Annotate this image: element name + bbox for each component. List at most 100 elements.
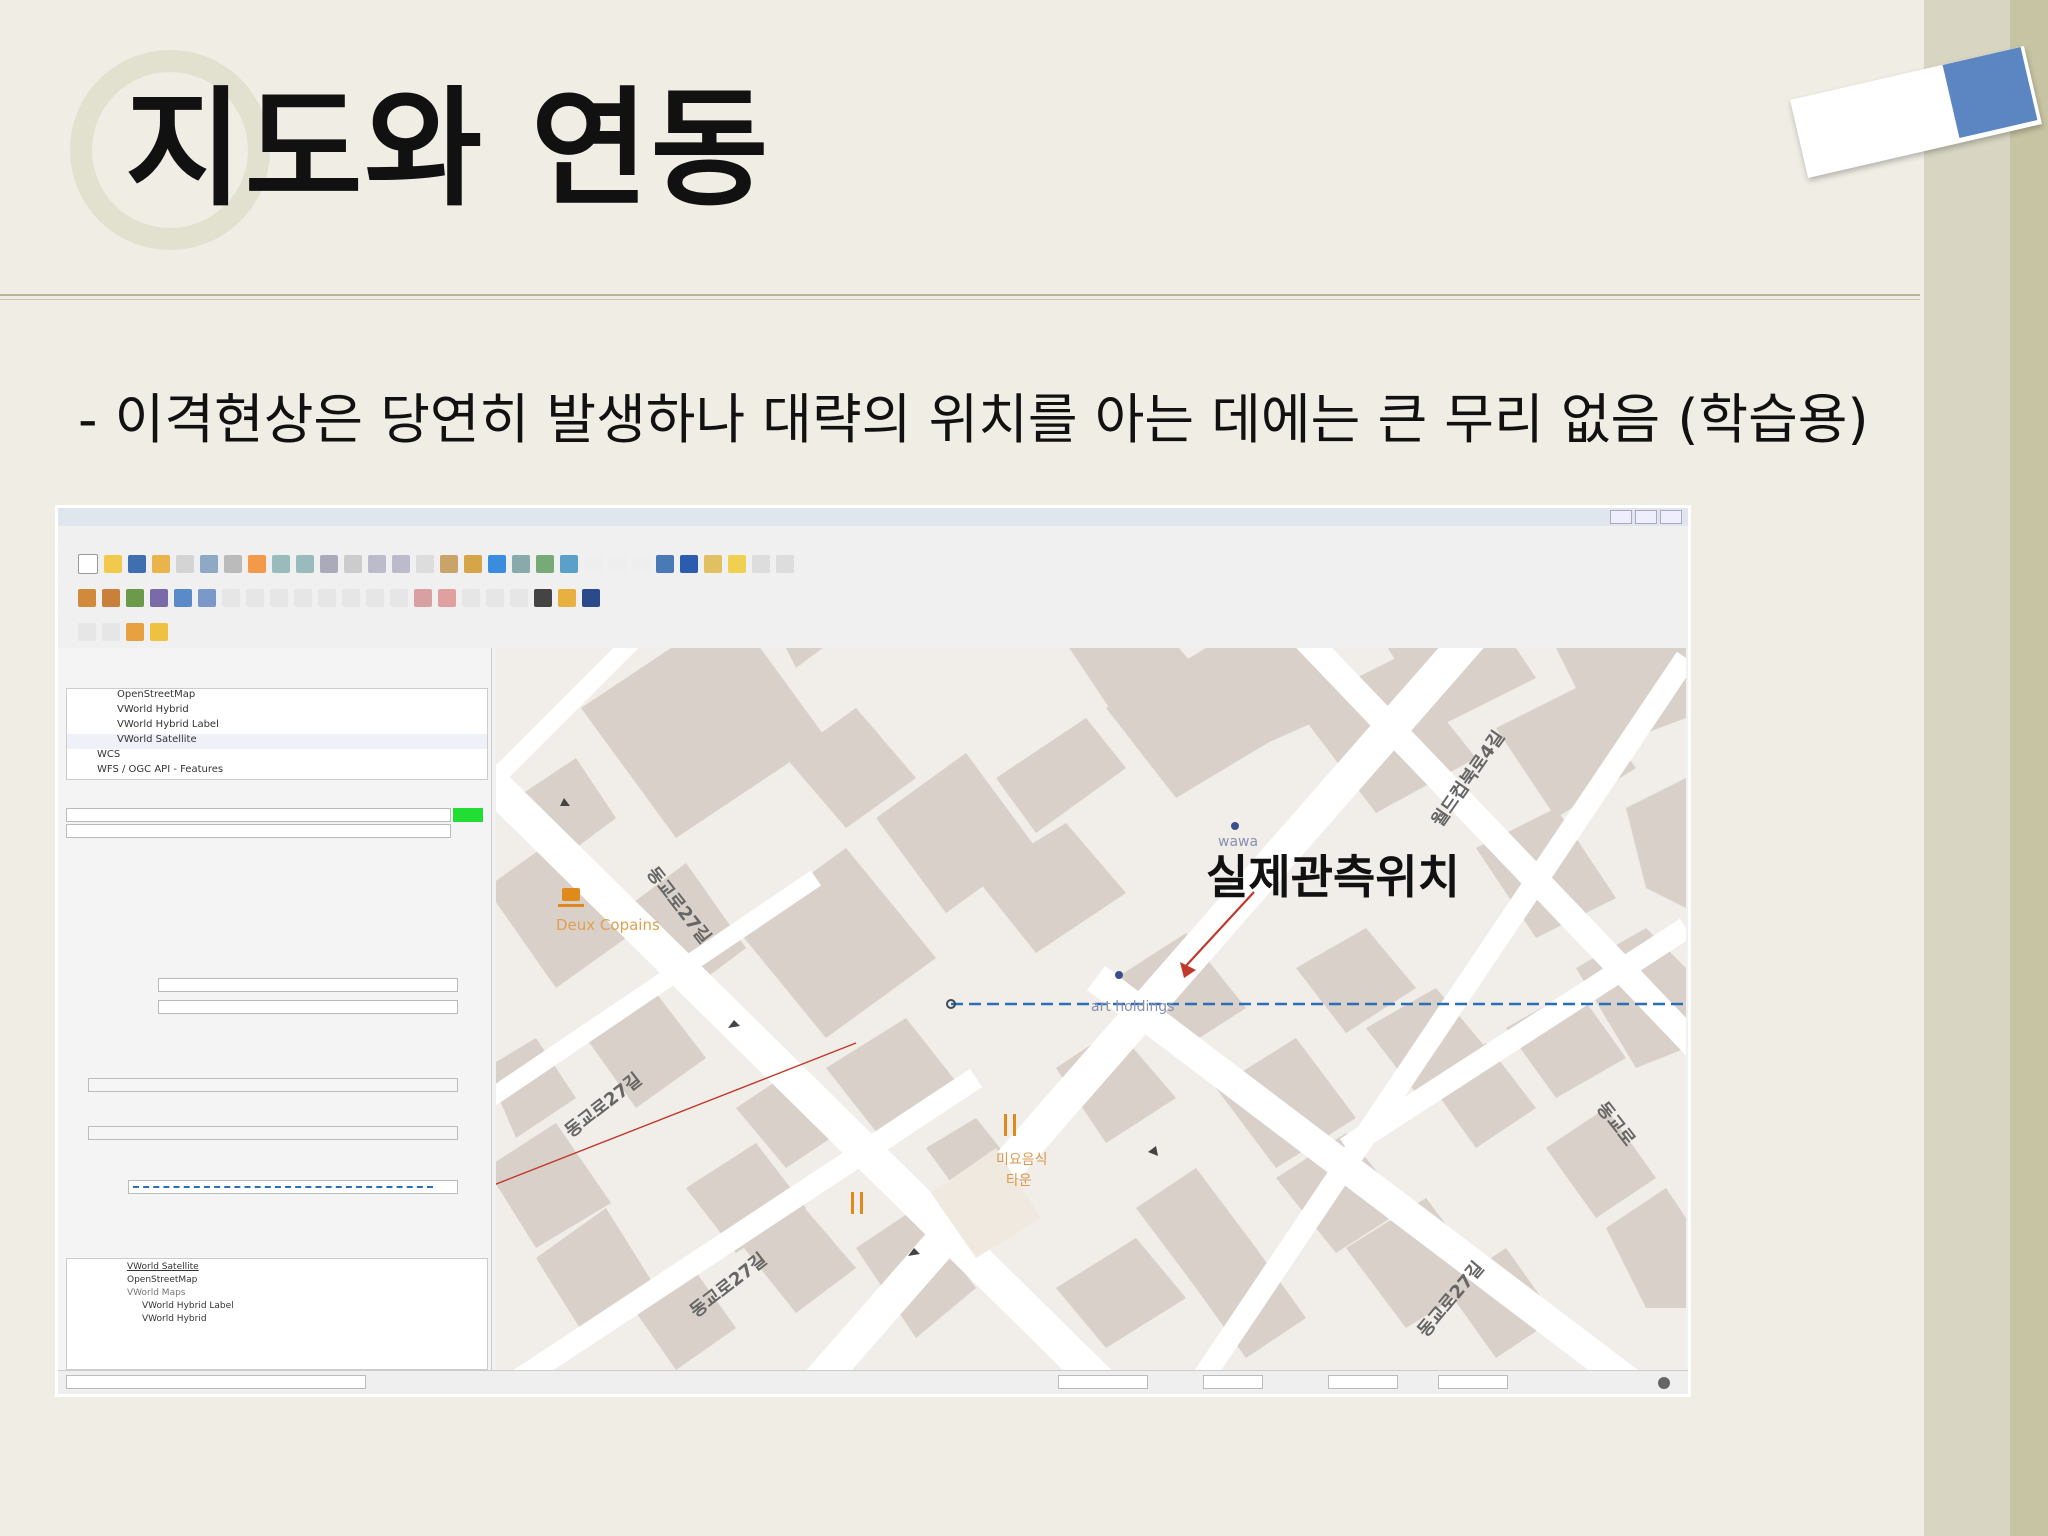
zoom-full-icon[interactable] [320,555,338,573]
qgis-toolbar-digitize [58,616,1688,648]
browser-item[interactable]: VWorld Hybrid [67,704,487,719]
gps-add-track-point-button[interactable] [66,824,451,838]
browser-item[interactable]: WCS [67,749,487,764]
open-folder-icon[interactable] [104,555,122,573]
cut-features-icon[interactable] [342,589,360,607]
browser-item[interactable]: VWorld Hybrid Label [67,719,487,734]
map-tips-icon[interactable] [728,555,746,573]
label-show-icon[interactable] [462,589,480,607]
browser-item[interactable]: OpenStreetMap [67,689,487,704]
add-line-icon[interactable] [102,623,120,641]
new-project-icon[interactable] [78,554,98,574]
save-as-icon[interactable] [152,555,170,573]
settings-icon[interactable] [656,555,674,573]
zoom-in-icon[interactable] [272,555,290,573]
pan-to-selection-icon[interactable] [248,555,266,573]
browser-item[interactable]: VWorld Satellite [67,734,487,749]
qgis-toolbar-layers [58,582,1688,614]
poi-restaurant-label-1: 미요음식 [996,1152,1048,1168]
layout-manager-icon[interactable] [200,555,218,573]
zoom-selection-icon[interactable] [344,555,362,573]
add-layer-icon[interactable] [102,589,120,607]
pan-icon[interactable] [224,555,242,573]
add-point-icon[interactable] [78,623,96,641]
zoom-native-icon[interactable] [392,555,410,573]
locator-search-input[interactable] [66,1375,366,1389]
add-ring-icon[interactable] [150,623,168,641]
gps-interval-field[interactable] [158,978,458,992]
copy-features-icon[interactable] [366,589,384,607]
messages-icon[interactable] [1658,1377,1670,1389]
poi-wawa-label: wawa [1218,834,1258,850]
show-bookmarks-icon[interactable] [512,555,530,573]
right-decor-strip [1924,0,2010,1536]
save-icon[interactable] [128,555,146,573]
label-pin-icon[interactable] [438,589,456,607]
map-svg: Deux Copains wawa art holdings 미요음식 타운 동… [496,648,1686,1370]
statistics-sigma-icon[interactable] [680,555,698,573]
annotation-icon[interactable] [752,555,770,573]
layers-tree[interactable]: VWorld Satellite OpenStreetMap VWorld Ma… [66,1258,488,1370]
qgis-menu-bar [58,526,1688,546]
add-vector-layer-icon[interactable] [126,589,144,607]
maximize-button[interactable] [1635,510,1657,524]
annotation-label: 실제관측위치 [1206,850,1460,904]
layer-item[interactable]: VWorld Satellite [67,1259,487,1272]
vertex-tool-icon[interactable] [294,589,312,607]
poi-wawa-marker [1231,822,1239,830]
bookmark-icon[interactable] [488,555,506,573]
digitize-icon[interactable] [270,589,288,607]
plugin-manager-icon[interactable] [582,589,600,607]
toggle-editing-icon[interactable] [222,589,240,607]
clock-icon[interactable] [536,555,554,573]
add-wms-layer-icon[interactable] [174,589,192,607]
label-rotate-icon[interactable] [510,589,528,607]
minimize-button[interactable] [1610,510,1632,524]
qgis-toolbar-file [58,548,1688,580]
text-annotation-icon[interactable] [776,555,794,573]
coordinate-field[interactable] [1058,1375,1148,1389]
label-move-icon[interactable] [486,589,504,607]
temporal-icon[interactable] [464,555,482,573]
gps-add-vertex-button[interactable] [66,808,451,822]
layer-item[interactable]: VWorld Hybrid Label [67,1298,487,1311]
title-divider-thin [0,299,1920,300]
measure-icon[interactable] [704,555,722,573]
add-raster-layer-icon[interactable] [150,589,168,607]
identify-icon[interactable] [584,555,602,573]
magnifier-field[interactable] [1328,1375,1398,1389]
layer-item[interactable]: VWorld Maps [67,1285,487,1298]
browser-tree[interactable]: OpenStreetMap VWorld Hybrid VWorld Hybri… [66,688,488,780]
gps-tool-icon[interactable] [534,589,552,607]
label-tool-icon[interactable] [414,589,432,607]
add-delimited-text-icon[interactable] [198,589,216,607]
zoom-last-icon[interactable] [416,555,434,573]
browser-item[interactable]: WFS / OGC API - Features [67,764,487,779]
poi-art-holdings-marker [1115,971,1123,979]
scale-field[interactable] [1203,1375,1263,1389]
zoom-layer-icon[interactable] [368,555,386,573]
gps-center-threshold-field[interactable] [88,1078,458,1092]
refresh-icon[interactable] [560,555,578,573]
delete-selected-icon[interactable] [318,589,336,607]
paste-features-icon[interactable] [390,589,408,607]
close-button[interactable] [1660,510,1682,524]
slide-subtitle: - 이격현상은 당연히 발생하나 대략의 위치를 아는 데에는 큰 무리 없음 … [78,388,1869,451]
new-map-view-icon[interactable] [440,555,458,573]
gps-distance-field[interactable] [158,1000,458,1014]
deselect-icon[interactable] [632,555,650,573]
qgis-screenshot: OpenStreetMap VWorld Hybrid VWorld Hybri… [58,508,1688,1394]
print-layout-icon[interactable] [176,555,194,573]
layer-item[interactable]: VWorld Hybrid [67,1311,487,1324]
bearing-line-style[interactable] [128,1180,458,1194]
layer-item[interactable]: OpenStreetMap [67,1272,487,1285]
rotation-field[interactable] [1438,1375,1508,1389]
select-icon[interactable] [608,555,626,573]
save-edits-icon[interactable] [246,589,264,607]
map-canvas[interactable]: Deux Copains wawa art holdings 미요음식 타운 동… [496,648,1686,1370]
data-source-manager-icon[interactable] [78,589,96,607]
zoom-out-icon[interactable] [296,555,314,573]
python-console-icon[interactable] [558,589,576,607]
add-polygon-icon[interactable] [126,623,144,641]
gps-rotation-field[interactable] [88,1126,458,1140]
